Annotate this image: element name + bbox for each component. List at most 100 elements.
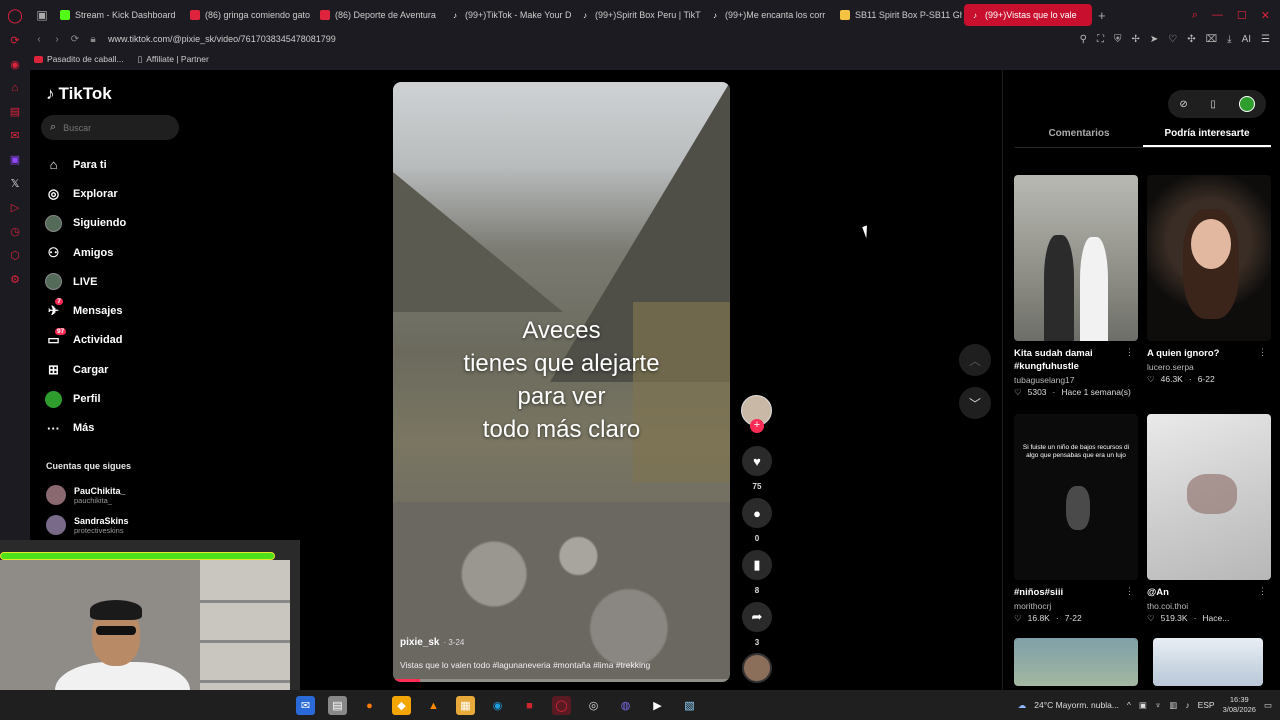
following-account[interactable]: PauChikita_ pauchikita_ bbox=[46, 485, 126, 505]
outlook-icon[interactable]: ✉ bbox=[296, 696, 315, 715]
video-thumbnail[interactable] bbox=[1014, 175, 1138, 341]
grid-thumb-5[interactable] bbox=[1014, 638, 1138, 686]
card-user[interactable]: lucero.serpa bbox=[1147, 362, 1271, 372]
follow-plus-icon[interactable]: + bbox=[750, 419, 764, 433]
card-title[interactable]: #niños#siii bbox=[1014, 586, 1126, 599]
bookmark-item[interactable]: ▯ Affiliate | Partner bbox=[138, 54, 209, 65]
media-player-icon[interactable]: ▶ bbox=[648, 696, 667, 715]
back-icon[interactable]: ‹ bbox=[30, 34, 48, 45]
history-icon[interactable]: ◷ bbox=[10, 225, 20, 238]
heart-icon[interactable]: ♡ bbox=[1168, 34, 1177, 45]
sidebar-item-amigos[interactable]: ⚇ Amigos bbox=[45, 238, 195, 267]
file-manager-icon[interactable]: ▤ bbox=[328, 696, 347, 715]
sidebar-item-para-ti[interactable]: ⌂ Para ti bbox=[45, 150, 195, 179]
sidebar-item-más[interactable]: ··· Más bbox=[45, 414, 195, 443]
video-card[interactable]: ⋮ @An tho.coi.thoi ♡ 519.3K · Hace... bbox=[1147, 414, 1271, 624]
card-title[interactable]: @An bbox=[1147, 586, 1259, 599]
sidebar-item-actividad[interactable]: ▭ 97 Actividad bbox=[45, 326, 195, 355]
sidebar-item-live[interactable]: LIVE bbox=[45, 267, 195, 296]
messenger-icon[interactable]: ◉ bbox=[10, 58, 20, 71]
notepad-icon[interactable]: ▧ bbox=[680, 696, 699, 715]
opera-logo-icon[interactable]: ◯ bbox=[0, 0, 30, 30]
reload-page-icon[interactable]: ⟳ bbox=[66, 34, 84, 45]
video-progress-bar[interactable] bbox=[393, 679, 730, 682]
video-thumbnail[interactable] bbox=[1147, 175, 1271, 341]
tab-comments[interactable]: Comentarios bbox=[1015, 122, 1143, 147]
edge-icon[interactable]: ◉ bbox=[488, 696, 507, 715]
send-icon[interactable]: ➤ bbox=[1150, 34, 1158, 45]
weather-text[interactable]: 24°C Mayorm. nubla... bbox=[1034, 700, 1119, 710]
notifications-icon[interactable]: ▭ bbox=[1264, 700, 1272, 711]
browser-tab[interactable]: SB11 Spirit Box P-SB11 Gho bbox=[834, 4, 962, 26]
browser-tab[interactable]: ♪ (99+)TikTok - Make Your D bbox=[444, 4, 572, 26]
tray-app-icon[interactable]: ▣ bbox=[1139, 700, 1147, 711]
url-field[interactable]: www.tiktok.com/@pixie_sk/video/761703834… bbox=[108, 34, 336, 44]
sidebar-item-explorar[interactable]: ◎ Explorar bbox=[45, 179, 195, 208]
app-red-icon[interactable]: ■ bbox=[520, 696, 539, 715]
sidebar-item-perfil[interactable]: Perfil bbox=[45, 384, 195, 413]
minimize-icon[interactable]: — bbox=[1212, 9, 1223, 22]
browser-tab[interactable]: ♪ (99+)Vistas que lo vale bbox=[964, 4, 1092, 26]
grid-thumb-6[interactable] bbox=[1153, 638, 1263, 686]
settings-icon[interactable]: ⚙ bbox=[10, 273, 20, 286]
pin-icon[interactable]: ⚲ bbox=[1080, 34, 1087, 45]
forward-icon[interactable]: › bbox=[48, 34, 66, 45]
save-button[interactable]: ▮ bbox=[742, 550, 772, 580]
browser-tab[interactable]: Stream - Kick Dashboard bbox=[54, 4, 182, 26]
device-icon[interactable]: ▯ bbox=[1210, 99, 1216, 110]
sidebar-item-cargar[interactable]: ⊞ Cargar bbox=[45, 355, 195, 384]
video-card[interactable]: ⋮ Kita sudah damai #kungfuhustle tubagusel… bbox=[1014, 175, 1138, 398]
weather-icon[interactable]: ☁ bbox=[1018, 700, 1027, 711]
video-card[interactable]: ⋮ A quien ignoro? lucero.serpa ♡ 46.3K · 6-22 bbox=[1147, 175, 1271, 385]
shopping-icon[interactable]: ⌂ bbox=[12, 82, 19, 94]
video-thumbnail[interactable] bbox=[1147, 414, 1271, 580]
browser-tab[interactable]: ♪ (99+)Spirit Box Peru | TikT bbox=[574, 4, 702, 26]
wallet-icon[interactable]: ▤ bbox=[10, 105, 20, 118]
card-user[interactable]: morithocrj bbox=[1014, 601, 1138, 611]
tab-recommended[interactable]: Podría interesarte bbox=[1143, 122, 1271, 147]
tray-chevron-icon[interactable]: ^ bbox=[1127, 700, 1131, 710]
x-icon[interactable]: 𝕏 bbox=[11, 177, 20, 190]
maximize-icon[interactable]: ☐ bbox=[1237, 9, 1247, 22]
vlc-icon[interactable]: ▲ bbox=[424, 696, 443, 715]
sidebar-item-siguiendo[interactable]: Siguiendo bbox=[45, 209, 195, 238]
video-author[interactable]: pixie_sk · 3-24 bbox=[400, 637, 464, 648]
card-title[interactable]: Kita sudah damai #kungfuhustle bbox=[1014, 347, 1126, 373]
vpn-icon[interactable]: ⛨ bbox=[1114, 34, 1122, 45]
network-icon[interactable]: ▥ bbox=[1169, 700, 1177, 711]
puzzle-icon[interactable]: ✣ bbox=[1187, 34, 1195, 45]
reload-icon[interactable]: ⟳ bbox=[10, 34, 19, 47]
obs-icon[interactable]: ◎ bbox=[584, 696, 603, 715]
player-icon[interactable]: ▷ bbox=[11, 201, 19, 214]
more-options-icon[interactable]: ⋮ bbox=[1258, 586, 1267, 597]
video-card[interactable]: Si fuiste un niño de bajos recursos di a… bbox=[1014, 414, 1138, 624]
profile-avatar[interactable] bbox=[1238, 96, 1255, 112]
like-button[interactable]: ♥ bbox=[742, 446, 772, 476]
card-user[interactable]: tho.coi.thoi bbox=[1147, 601, 1271, 611]
more-options-icon[interactable]: ⋮ bbox=[1125, 586, 1134, 597]
following-account[interactable]: SandraSkins protectiveskins bbox=[46, 515, 129, 535]
translate-icon[interactable]: ✢ bbox=[1131, 34, 1139, 45]
card-user[interactable]: tubaguselang17 bbox=[1014, 375, 1138, 385]
mail-icon[interactable]: ✉ bbox=[10, 129, 19, 142]
download-icon[interactable]: ⤓ bbox=[1227, 34, 1231, 45]
tab-overview-icon[interactable]: ▣ bbox=[30, 8, 54, 22]
search-input[interactable] bbox=[63, 122, 164, 133]
music-disc-icon[interactable] bbox=[742, 653, 772, 683]
new-tab-icon[interactable]: + bbox=[1092, 8, 1112, 23]
opera-taskbar-icon[interactable]: ◯ bbox=[552, 696, 571, 715]
video-description[interactable]: Vistas que lo valen todo #lagunaneveria … bbox=[400, 660, 650, 670]
more-options-icon[interactable]: ⋮ bbox=[1125, 347, 1134, 358]
aria-ai-button[interactable]: AI bbox=[1242, 34, 1251, 45]
twitch-icon[interactable]: ▣ bbox=[10, 153, 20, 166]
bookmark-item[interactable]: Pasadito de caball... bbox=[34, 54, 124, 64]
mic-icon[interactable]: ♆ bbox=[1155, 700, 1161, 710]
search-tabs-icon[interactable]: ⌕ bbox=[1192, 9, 1198, 22]
app-icon[interactable]: ◆ bbox=[392, 696, 411, 715]
lang-indicator[interactable]: ESP bbox=[1198, 700, 1215, 710]
previous-video-button[interactable]: ︿ bbox=[959, 344, 991, 376]
camera-icon[interactable]: ⌧ bbox=[1206, 34, 1218, 45]
discord-icon[interactable]: ◍ bbox=[616, 696, 635, 715]
tiktok-logo[interactable]: ♪ TikTok bbox=[46, 84, 112, 104]
video-thumbnail[interactable]: Si fuiste un niño de bajos recursos di a… bbox=[1014, 414, 1138, 580]
